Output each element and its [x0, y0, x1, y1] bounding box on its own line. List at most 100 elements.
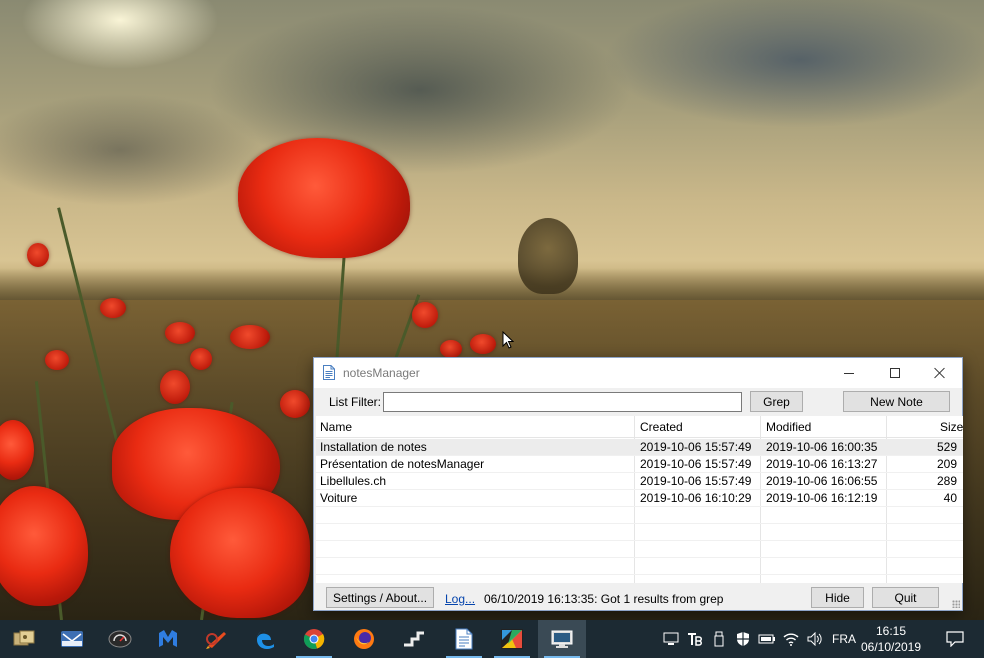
- firefox-icon: [354, 629, 374, 649]
- notes-app-icon: [455, 628, 473, 650]
- taskbar-app-notes[interactable]: [440, 620, 488, 658]
- log-link[interactable]: Log...: [445, 592, 475, 606]
- taskbar-app-paint[interactable]: [488, 620, 536, 658]
- quit-button[interactable]: Quit: [872, 587, 939, 608]
- taskbar-clock[interactable]: 16:15 06/10/2019: [860, 622, 922, 656]
- cell-created: 2019-10-06 15:57:49: [640, 440, 752, 454]
- usb-drive-icon: [714, 631, 724, 647]
- maximize-icon: [890, 368, 900, 378]
- cell-created: 2019-10-06 15:57:49: [640, 457, 752, 471]
- cell-name: Installation de notes: [320, 440, 427, 454]
- poppy-flower: [160, 370, 190, 404]
- clock-time: 16:15: [875, 624, 907, 638]
- cell-created: 2019-10-06 16:10:29: [640, 491, 752, 505]
- document-icon: [323, 365, 335, 380]
- column-header-name[interactable]: Name: [316, 416, 352, 438]
- taskbar-app-remote-desktop[interactable]: [538, 620, 586, 658]
- cell-size: 40: [943, 491, 957, 505]
- notes-manager-window: notesManager List Filter: Grep New Note …: [313, 357, 963, 611]
- table-row[interactable]: Libellules.ch 2019-10-06 15:57:49 2019-1…: [316, 473, 963, 490]
- cell-modified: 2019-10-06 16:00:35: [766, 440, 878, 454]
- tray-defender-button[interactable]: [732, 620, 754, 658]
- column-header-modified[interactable]: Modified: [762, 416, 811, 438]
- ccleaner-icon: [206, 632, 226, 649]
- notes-list[interactable]: Name Created Modified Size Installation …: [316, 416, 963, 583]
- terminal-icon: [404, 631, 424, 647]
- cell-name: Voiture: [320, 491, 358, 505]
- tray-language-button[interactable]: FRA: [828, 620, 860, 658]
- table-row[interactable]: Présentation de notesManager 2019-10-06 …: [316, 456, 963, 473]
- list-header: Name Created Modified Size: [316, 416, 963, 438]
- settings-about-button[interactable]: Settings / About...: [326, 587, 434, 608]
- poppy-flower: [190, 348, 212, 370]
- mail-app-icon: [61, 631, 83, 647]
- cell-created: 2019-10-06 15:57:49: [640, 474, 752, 488]
- tb-logo-icon: [688, 633, 702, 646]
- poppy-flower: [27, 243, 49, 267]
- cell-name: Libellules.ch: [320, 474, 387, 488]
- cell-modified: 2019-10-06 16:13:27: [766, 457, 878, 471]
- task-view-icon: [13, 630, 35, 646]
- column-header-size[interactable]: Size: [936, 416, 963, 438]
- taskbar-app-malwarebytes[interactable]: [144, 620, 192, 658]
- tray-monitor-button[interactable]: [660, 620, 682, 658]
- shield-icon: [737, 632, 749, 646]
- taskbar-app-gauge[interactable]: [96, 620, 144, 658]
- taskbar-app-chrome[interactable]: [290, 620, 338, 658]
- table-row[interactable]: Installation de notes 2019-10-06 15:57:4…: [316, 439, 963, 456]
- taskbar-app-firefox[interactable]: [340, 620, 388, 658]
- tray-wifi-button[interactable]: [780, 620, 802, 658]
- close-icon: [934, 367, 946, 379]
- poppy-flower: [230, 325, 270, 349]
- clock-date: 06/10/2019: [860, 640, 922, 654]
- minimize-button[interactable]: [826, 358, 872, 388]
- title-bar[interactable]: notesManager: [314, 358, 962, 388]
- monitor-icon: [663, 632, 679, 645]
- battery-icon: [758, 634, 775, 644]
- volume-icon: [807, 632, 822, 646]
- wifi-icon: [783, 633, 799, 646]
- poppy-flower: [170, 488, 310, 618]
- taskbar-app-ccleaner[interactable]: [192, 620, 240, 658]
- empty-row: [316, 541, 963, 558]
- cell-name: Présentation de notesManager: [320, 457, 485, 471]
- table-row[interactable]: Voiture 2019-10-06 16:10:29 2019-10-06 1…: [316, 490, 963, 507]
- resize-grip-icon[interactable]: [952, 600, 960, 608]
- chrome-icon: [303, 629, 325, 649]
- cell-modified: 2019-10-06 16:06:55: [766, 474, 878, 488]
- poppy-flower: [440, 340, 462, 358]
- gauge-app-icon: [108, 630, 132, 648]
- cell-size: 529: [936, 440, 957, 454]
- window-title: notesManager: [343, 366, 420, 380]
- grep-button[interactable]: Grep: [750, 391, 803, 412]
- tray-battery-button[interactable]: [756, 620, 778, 658]
- poppy-flower: [280, 390, 310, 418]
- new-note-button[interactable]: New Note: [843, 391, 950, 412]
- taskbar-app-terminal[interactable]: [390, 620, 438, 658]
- action-center-button[interactable]: [940, 620, 970, 658]
- taskbar-app-mail[interactable]: [48, 620, 96, 658]
- poppy-flower: [470, 334, 496, 354]
- remote-desktop-icon: [551, 630, 573, 648]
- list-filter-label: List Filter:: [329, 395, 382, 409]
- hide-button[interactable]: Hide: [811, 587, 864, 608]
- taskbar: FRA 16:15 06/10/2019: [0, 620, 984, 658]
- cell-modified: 2019-10-06 16:12:19: [766, 491, 878, 505]
- poppy-flower: [165, 322, 195, 344]
- maximize-button[interactable]: [872, 358, 918, 388]
- tray-usb-button[interactable]: [708, 620, 730, 658]
- close-button[interactable]: [917, 358, 963, 388]
- list-filter-input[interactable]: [383, 392, 742, 412]
- column-header-created[interactable]: Created: [636, 416, 683, 438]
- minimize-icon: [844, 372, 854, 374]
- empty-row: [316, 507, 963, 524]
- cell-size: 209: [936, 457, 957, 471]
- empty-row: [316, 524, 963, 541]
- task-view-button[interactable]: [0, 620, 48, 658]
- tray-volume-button[interactable]: [804, 620, 826, 658]
- wallpaper-tree: [518, 218, 578, 294]
- paint-app-icon: [501, 629, 523, 649]
- cell-size: 289: [936, 474, 957, 488]
- tray-tb-button[interactable]: [684, 620, 706, 658]
- taskbar-app-edge[interactable]: [242, 620, 290, 658]
